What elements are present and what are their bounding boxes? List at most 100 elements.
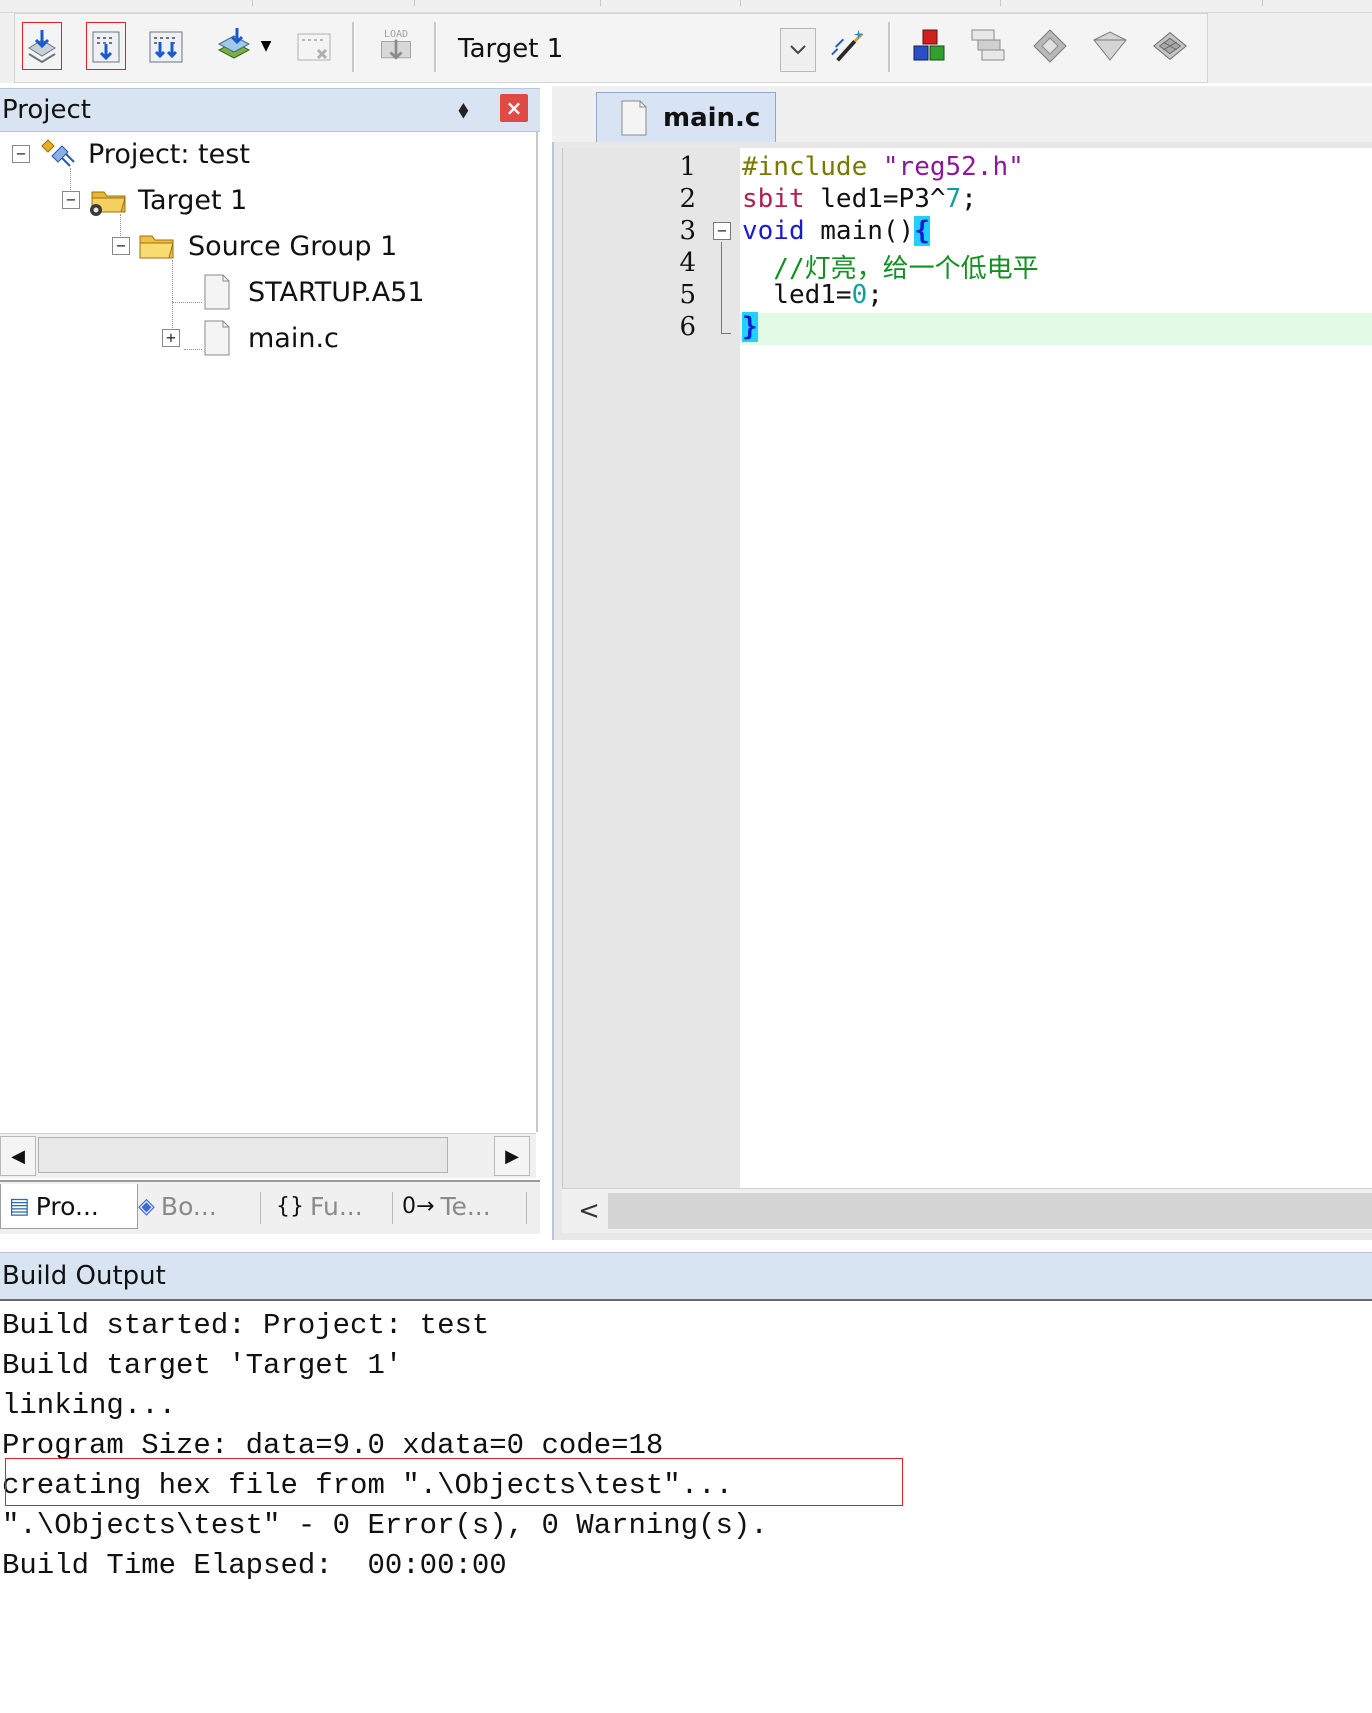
tree-item-source-group[interactable]: − Source Group 1 (112, 228, 397, 264)
tab-project[interactable]: ▤ Pro... (0, 1184, 138, 1229)
toolbar-top-strip (0, 0, 1372, 13)
fold-guide (721, 242, 722, 334)
tree-item-target[interactable]: − Target 1 (62, 182, 247, 218)
tab-label: Te... (440, 1191, 491, 1221)
run-time-env-icon (1153, 32, 1187, 60)
manage-rte-button[interactable] (1090, 22, 1130, 70)
code-line: } (742, 312, 758, 342)
toolbar-separator (888, 22, 891, 72)
toolbar-separator (434, 22, 437, 72)
project-panel-tabs: ▤ Pro... ◈ Bo... {} Fu... 0→ Te... (0, 1180, 540, 1234)
pack-installer-icon (971, 29, 1005, 61)
stop-build-button[interactable] (294, 22, 334, 70)
download-button[interactable]: LOAD (376, 22, 416, 70)
tree-item-file[interactable]: STARTUP.A51 (202, 272, 425, 312)
batch-build-icon (217, 28, 250, 59)
scroll-left-button[interactable]: ◀ (0, 1136, 36, 1176)
tab-templates[interactable]: 0→ Te... (402, 1184, 491, 1228)
toolbar: ▼ LOAD Target 1 (0, 0, 1372, 83)
tab-books[interactable]: ◈ Bo... (138, 1184, 217, 1228)
stop-build-icon (297, 33, 331, 61)
rebuild-icon (149, 31, 183, 63)
editor-horizontal-scrollbar[interactable]: < (562, 1188, 1372, 1233)
project-panel-title: Project (2, 95, 91, 125)
rebuild-button[interactable] (146, 22, 186, 70)
tree-item-project[interactable]: − Project: test (12, 136, 250, 172)
tab-main-c[interactable]: main.c (596, 92, 776, 142)
file-icon (204, 320, 230, 356)
scroll-right-button[interactable]: ▶ (494, 1136, 530, 1176)
project-horizontal-scrollbar[interactable]: ◀ ▶ (0, 1133, 536, 1178)
load-text: LOAD (384, 29, 408, 40)
fold-guide-end (721, 333, 731, 334)
tab-label: Pro... (35, 1191, 99, 1221)
number-token: 0 (851, 280, 868, 310)
code-line: led1=0; (742, 280, 883, 310)
scroll-left-button[interactable]: < (572, 1194, 606, 1228)
brace-match: { (914, 216, 930, 246)
batch-build-button[interactable]: ▼ (206, 22, 280, 70)
code-line: sbit led1=P3^7; (742, 184, 977, 214)
scrollbar-thumb[interactable] (608, 1193, 1372, 1229)
current-line-highlight (740, 313, 1372, 345)
fold-margin (708, 148, 740, 1188)
target-select-value[interactable]: Target 1 (458, 34, 563, 64)
scrollbar-thumb[interactable] (38, 1137, 448, 1173)
build-output-header: Build Output (0, 1252, 1372, 1302)
target-options-button[interactable] (830, 22, 870, 70)
log-line: linking... (2, 1389, 177, 1422)
code-line: void main(){ (742, 216, 930, 246)
code-text: ; (961, 184, 977, 214)
download-icon: LOAD (381, 29, 411, 60)
books-icon: ◈ (138, 1193, 155, 1219)
build-icon (92, 31, 120, 63)
toolbar-separator (352, 22, 355, 72)
functions-icon: {} (276, 1193, 304, 1219)
line-number: 2 (679, 184, 696, 214)
tab-label: main.c (663, 102, 761, 133)
collapse-toggle[interactable]: − (12, 145, 30, 163)
number-token: 7 (945, 184, 962, 214)
build-button[interactable] (86, 22, 126, 70)
target-dropdown-button[interactable] (780, 28, 816, 72)
pin-icon[interactable]: ⬧ (458, 95, 469, 123)
keyword-token: sbit (742, 184, 805, 214)
brace-match: } (742, 312, 758, 342)
code-line: #include "reg52.h" (742, 152, 1024, 182)
build-output-title: Build Output (2, 1261, 166, 1291)
translate-icon (28, 30, 56, 64)
triangle-left-icon: ◀ (11, 1145, 25, 1167)
line-number: 6 (679, 312, 696, 342)
target-folder-icon (90, 191, 126, 216)
tab-functions[interactable]: {} Fu... (276, 1184, 363, 1228)
keyword-token: void (742, 216, 805, 246)
run-time-env-button[interactable] (1150, 22, 1190, 70)
collapse-toggle[interactable]: − (62, 191, 80, 209)
project-tree: − Project: test − Target 1 − Source Grou… (0, 132, 538, 1132)
templates-icon: 0→ (402, 1193, 435, 1219)
select-packs-button[interactable] (1030, 22, 1070, 70)
tree-item-file[interactable]: + main.c (162, 318, 339, 358)
project-icon (41, 139, 75, 167)
log-line: Build Time Elapsed: 00:00:00 (2, 1549, 507, 1582)
log-line: Build started: Project: test (2, 1309, 490, 1342)
collapse-toggle[interactable]: − (112, 237, 130, 255)
translate-button[interactable] (22, 22, 62, 70)
code-text: led1= (742, 280, 852, 310)
editor-tab-strip: main.c (552, 86, 1372, 144)
expand-toggle[interactable]: + (162, 329, 180, 347)
line-number: 3 (679, 216, 696, 246)
folder-icon (139, 235, 174, 259)
pack-installer-button[interactable] (968, 22, 1008, 70)
fold-toggle[interactable]: − (713, 222, 731, 240)
select-packs-icon (1033, 29, 1067, 63)
manage-components-button[interactable] (910, 22, 950, 70)
tab-label: Fu... (310, 1191, 363, 1221)
log-line: Build target 'Target 1' (2, 1349, 403, 1382)
tree-item-label: Source Group 1 (188, 230, 398, 262)
tree-item-label: Project: test (88, 138, 250, 170)
code-text: ; (867, 280, 883, 310)
file-icon (621, 100, 647, 135)
chevron-left-icon: < (578, 1196, 600, 1226)
close-panel-button[interactable]: × (500, 94, 528, 122)
